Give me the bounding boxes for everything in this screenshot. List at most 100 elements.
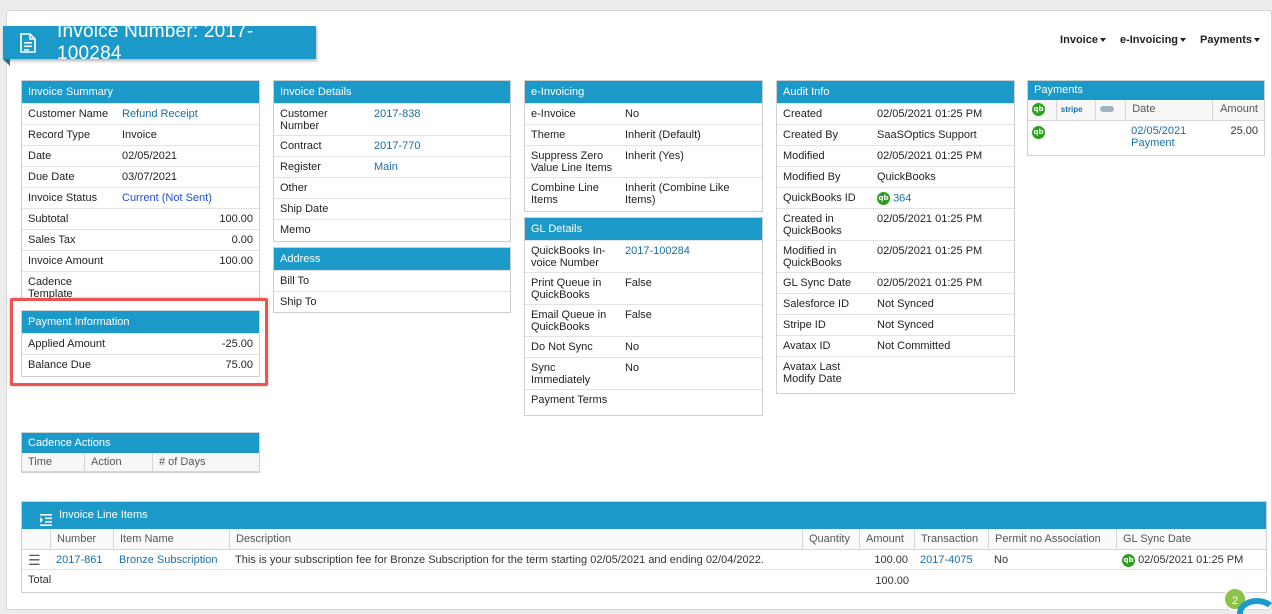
gl-row: QuickBooks In-voice Number 2017-100284 — [525, 240, 762, 272]
column-header[interactable]: Number — [50, 529, 113, 549]
payment-type: Payment — [1131, 137, 1175, 149]
customer-number-link[interactable]: 2017-838 — [368, 104, 427, 123]
payments-panel: Payments qb stripe Date Amount qb 02/05/… — [1027, 80, 1265, 156]
permit-cell: No — [994, 554, 1009, 566]
summary-row: Record Type Invoice — [22, 124, 259, 145]
top-menu: Invoice e-Invoicing Payments — [1060, 34, 1260, 46]
row-value — [619, 390, 631, 397]
column-header[interactable]: Action — [84, 453, 152, 471]
invoice-menu[interactable]: Invoice — [1060, 34, 1106, 46]
quickbooks-icon: qb — [1122, 553, 1135, 567]
register-link[interactable]: Main — [368, 157, 404, 176]
payment-date-link[interactable]: 02/05/2021 Payment — [1125, 121, 1212, 155]
audit-row: Created 02/05/2021 01:25 PM — [777, 103, 1014, 124]
audit-row: Modified in QuickBooks 02/05/2021 01:25 P… — [777, 240, 1014, 272]
title-fold-decoration — [3, 59, 10, 66]
item-name-link[interactable]: Bronze Subscription — [113, 550, 229, 569]
audit-row: Avatax ID Not Committed — [777, 335, 1014, 356]
amount-column-header[interactable]: Amount — [1212, 100, 1264, 120]
address-row: Ship To — [274, 291, 510, 312]
e-invoicing-menu-label: e-Invoicing — [1119, 34, 1179, 46]
row-label: Modified — [783, 150, 825, 162]
description-cell: This is your subscription fee for Bronze… — [235, 554, 764, 566]
line-number-link[interactable]: 2017-861 — [50, 550, 113, 569]
column-header[interactable]: Item Name — [113, 529, 229, 549]
audit-row: QuickBooks ID qb 364 — [777, 187, 1014, 208]
row-value — [368, 199, 380, 206]
details-row: Customer Number 2017-838 — [274, 103, 510, 135]
column-header[interactable]: Permit no Association — [988, 529, 1116, 549]
caret-down-icon — [1099, 38, 1106, 42]
column-header[interactable]: Description — [229, 529, 802, 549]
total-label: Total — [28, 574, 52, 586]
row-label: Customer Number — [280, 108, 328, 132]
avalara-icon — [1100, 106, 1115, 113]
row-value: 02/05/2021 — [122, 150, 178, 162]
row-label: Salesforce ID — [783, 298, 850, 310]
row-menu-icon[interactable]: ☰ — [22, 550, 50, 569]
row-label: Created By — [783, 129, 839, 141]
row-label: Do Not Sync — [531, 341, 593, 353]
e-invoicing-menu[interactable]: e-Invoicing — [1119, 34, 1187, 46]
row-label: Memo — [280, 224, 311, 236]
row-value: 02/05/2021 01:25 PM — [877, 277, 983, 289]
summary-row: Subtotal 100.00 — [22, 208, 259, 229]
stripe-column-header: stripe — [1055, 100, 1096, 120]
audit-row: Modified 02/05/2021 01:25 PM — [777, 145, 1014, 166]
invoice-status-link[interactable]: Current (Not Sent) — [116, 188, 218, 207]
summary-row: Due Date 03/07/2021 — [22, 166, 259, 187]
row-label: Subtotal — [28, 213, 69, 225]
panel-header: Payments — [1028, 81, 1264, 100]
line-items-header: Number Item Name Description Quantity Am… — [22, 529, 1266, 550]
row-value — [368, 292, 380, 299]
quickbooks-icon: qb — [877, 192, 890, 205]
quickbooks-column-header: qb — [1028, 100, 1056, 120]
row-label: Email Queue in QuickBooks — [531, 309, 607, 333]
address-row: Bill To — [274, 270, 510, 291]
payment-amount: 25.00 — [1230, 125, 1258, 137]
row-value: Inherit (Combine Like Items) — [625, 182, 730, 206]
gl-row: Payment Terms — [525, 389, 762, 410]
row-label: Print Queue in QuickBooks — [531, 277, 602, 301]
row-label: Created in QuickBooks — [783, 213, 842, 237]
payments-menu[interactable]: Payments — [1200, 34, 1260, 46]
customer-name-link[interactable]: Refund Receipt — [116, 104, 204, 123]
payments-grid-header: qb stripe Date Amount — [1028, 100, 1264, 121]
quickbooks-icon: qb — [1032, 126, 1045, 139]
gl-row: Do Not Sync No — [525, 336, 762, 357]
row-value: 100.00 — [219, 255, 253, 267]
audit-row: Modified By QuickBooks — [777, 166, 1014, 187]
quickbooks-invoice-link[interactable]: 2017-100284 — [619, 241, 696, 260]
gl-sync-date-value: 02/05/2021 01:25 PM — [1138, 554, 1244, 566]
summary-row: Invoice Status Current (Not Sent) — [22, 187, 259, 208]
date-column-header[interactable]: Date — [1125, 100, 1212, 120]
payment-qb-cell: qb — [1028, 121, 1056, 155]
row-value: Inherit (Default) — [625, 129, 701, 141]
einvoice-row: Suppress Zero Value Line Items Inherit (Y… — [525, 145, 762, 177]
row-label: Date — [28, 150, 52, 162]
column-header[interactable]: Transaction — [914, 529, 988, 549]
row-value: 0.00 — [231, 234, 253, 246]
row-value: False — [625, 277, 652, 289]
column-header[interactable]: Quantity — [802, 529, 859, 549]
row-value — [368, 271, 380, 278]
avalara-column-header — [1095, 100, 1125, 120]
row-label: Ship To — [280, 296, 317, 308]
audit-row: Avatax Last Modify Date — [777, 356, 1014, 388]
payment-spacer — [1056, 121, 1125, 155]
transaction-link[interactable]: 2017-4075 — [914, 550, 988, 569]
audit-row: Created in QuickBooks 02/05/2021 01:25 PM — [777, 208, 1014, 240]
column-header[interactable]: Amount — [859, 529, 914, 549]
gl-details-panel: GL Details QuickBooks In-voice Number 201… — [524, 217, 763, 416]
contract-link[interactable]: 2017-770 — [368, 136, 427, 155]
details-row: Contract 2017-770 — [274, 135, 510, 156]
row-label: Invoice Status — [28, 192, 98, 204]
line-items-title: Invoice Line Items — [59, 509, 148, 521]
row-value — [368, 178, 380, 185]
column-header[interactable]: Time — [22, 453, 84, 471]
document-icon — [20, 32, 36, 53]
quickbooks-id-link[interactable]: qb 364 — [871, 188, 917, 208]
row-value: Invoice — [122, 129, 157, 141]
column-header[interactable]: # of Days — [152, 453, 259, 471]
column-header[interactable]: GL Sync Date — [1116, 529, 1262, 549]
